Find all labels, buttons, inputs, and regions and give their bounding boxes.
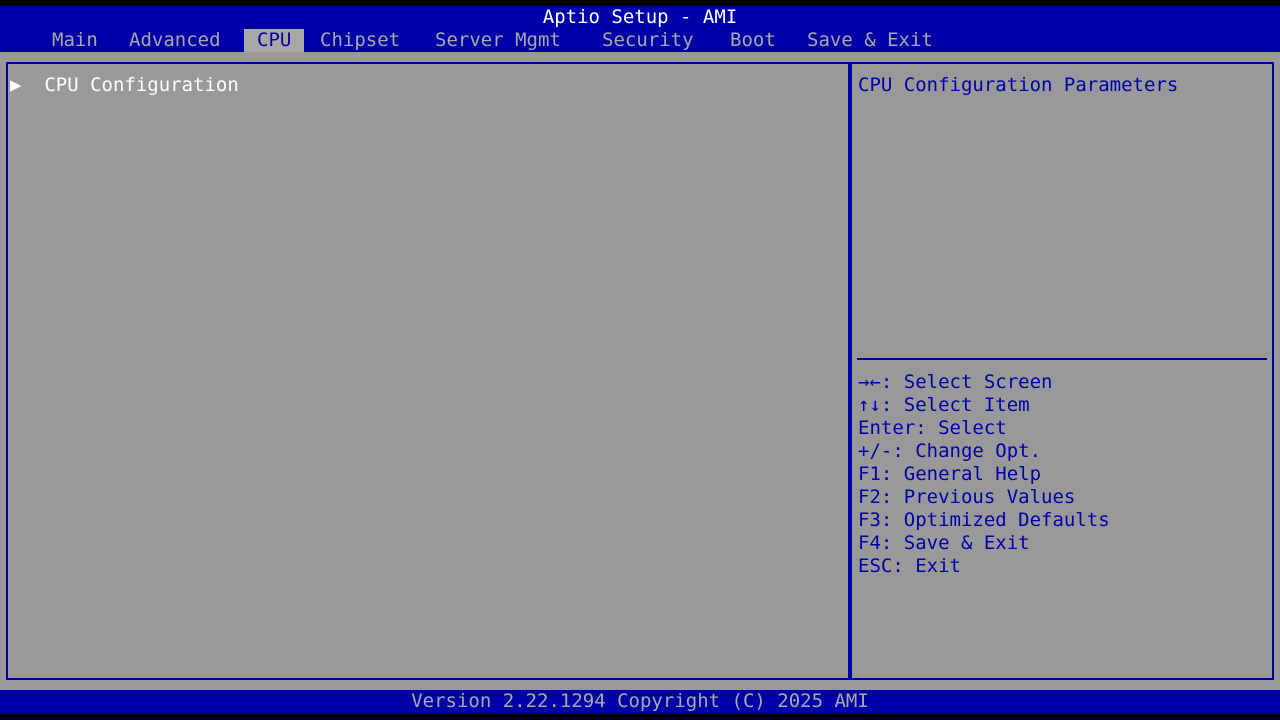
key-help-select-item: ↑↓: Select Item [858,394,1030,416]
key-help-enter: Enter: Select [858,417,1007,439]
key-help-select-screen: →←: Select Screen [858,371,1053,393]
key-help-list: →←: Select Screen ↑↓: Select Item Enter:… [858,371,1110,578]
tab-advanced[interactable]: Advanced [116,29,234,52]
cpu-configuration-item[interactable]: ▶ CPU Configuration [10,74,239,97]
item-help-text: CPU Configuration Parameters [858,74,1179,96]
help-divider [857,358,1267,360]
key-help-f3: F3: Optimized Defaults [858,509,1110,531]
tab-security[interactable]: Security [589,29,707,52]
cpu-configuration-label: CPU Configuration [44,74,239,96]
key-help-f1: F1: General Help [858,463,1042,485]
tab-chipset[interactable]: Chipset [307,29,413,52]
submenu-arrow-icon: ▶ [10,74,22,96]
key-help-f2: F2: Previous Values [858,486,1076,508]
tab-server-mgmt[interactable]: Server Mgmt [422,29,574,52]
key-help-change-opt: +/-: Change Opt. [858,440,1042,462]
tab-cpu[interactable]: CPU [244,29,305,52]
tab-boot[interactable]: Boot [717,29,789,52]
tab-main[interactable]: Main [39,29,111,52]
key-help-esc: ESC: Exit [858,555,961,577]
version-text: Version 2.22.1294 Copyright (C) 2025 AMI [411,690,869,712]
tab-save-exit[interactable]: Save & Exit [794,29,946,52]
settings-panel [6,62,850,680]
key-help-f4: F4: Save & Exit [858,532,1030,554]
app-title: Aptio Setup - AMI [542,6,738,28]
